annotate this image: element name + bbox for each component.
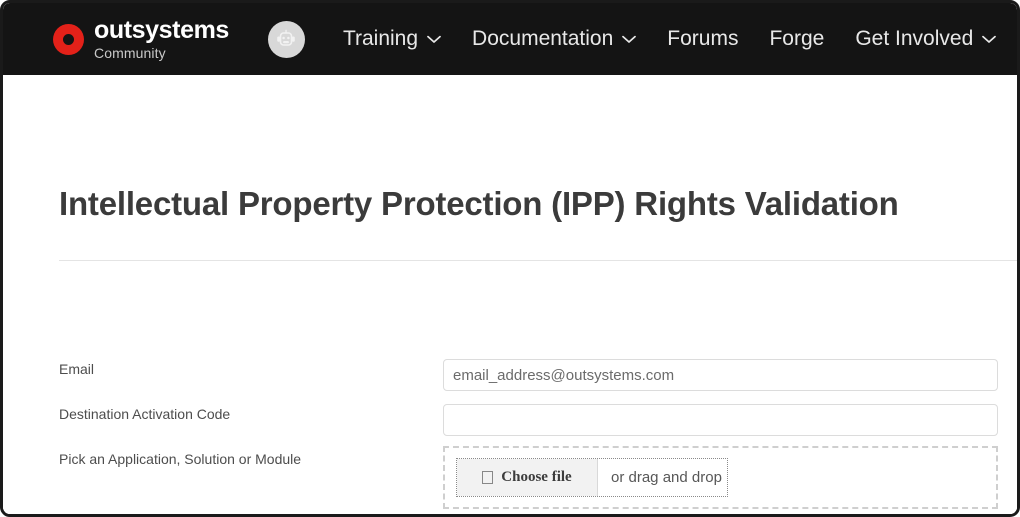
- chevron-down-icon: [622, 35, 637, 44]
- missing-glyph-box-icon: [482, 471, 494, 484]
- page-root: outsystems Community Training Documentat…: [3, 3, 1017, 514]
- choose-file-label: Choose file: [501, 469, 572, 485]
- chevron-down-icon: [982, 35, 997, 44]
- nav-item-forge[interactable]: Forge: [769, 27, 824, 51]
- drag-and-drop-hint: or drag and drop: [611, 469, 722, 486]
- robot-avatar-icon[interactable]: [267, 20, 305, 58]
- site-header: outsystems Community Training Documentat…: [3, 3, 1017, 75]
- brand-logo[interactable]: outsystems Community: [53, 18, 229, 60]
- email-input[interactable]: [443, 359, 998, 391]
- file-picker-label: Pick an Application, Solution or Module: [59, 451, 302, 467]
- nav-item-label: Training: [342, 27, 419, 50]
- email-label: Email: [59, 361, 95, 377]
- brand-subtitle: Community: [94, 45, 166, 61]
- brand-text: outsystems Community: [94, 16, 229, 61]
- activation-code-label: Destination Activation Code: [59, 406, 231, 422]
- activation-code-input[interactable]: [443, 404, 998, 436]
- chevron-down-icon: [427, 35, 441, 44]
- title-divider: [59, 260, 1017, 261]
- brand-name: outsystems: [94, 16, 229, 44]
- nav-item-forums[interactable]: Forums: [667, 27, 738, 51]
- nav-item-label: Forums: [667, 27, 739, 50]
- primary-navigation: Training Documentation Forums Forge Get …: [343, 27, 1017, 51]
- browser-window-frame: outsystems Community Training Documentat…: [0, 0, 1020, 517]
- nav-item-training[interactable]: Training: [343, 27, 441, 51]
- nav-item-documentation[interactable]: Documentation: [472, 27, 637, 51]
- file-input-control[interactable]: Choose file or drag and drop: [456, 458, 728, 497]
- nav-item-get-involved[interactable]: Get Involved: [855, 27, 997, 51]
- nav-item-label: Forge: [769, 27, 825, 50]
- page-content: Intellectual Property Protection (IPP) R…: [3, 75, 1017, 514]
- outsystems-ring-logo-icon: [53, 23, 84, 55]
- nav-item-label: Documentation: [472, 27, 614, 50]
- file-dropzone[interactable]: Choose file or drag and drop: [443, 446, 998, 509]
- page-title: Intellectual Property Protection (IPP) R…: [59, 185, 899, 223]
- nav-item-label: Get Involved: [855, 27, 974, 50]
- choose-file-button[interactable]: Choose file: [457, 459, 598, 496]
